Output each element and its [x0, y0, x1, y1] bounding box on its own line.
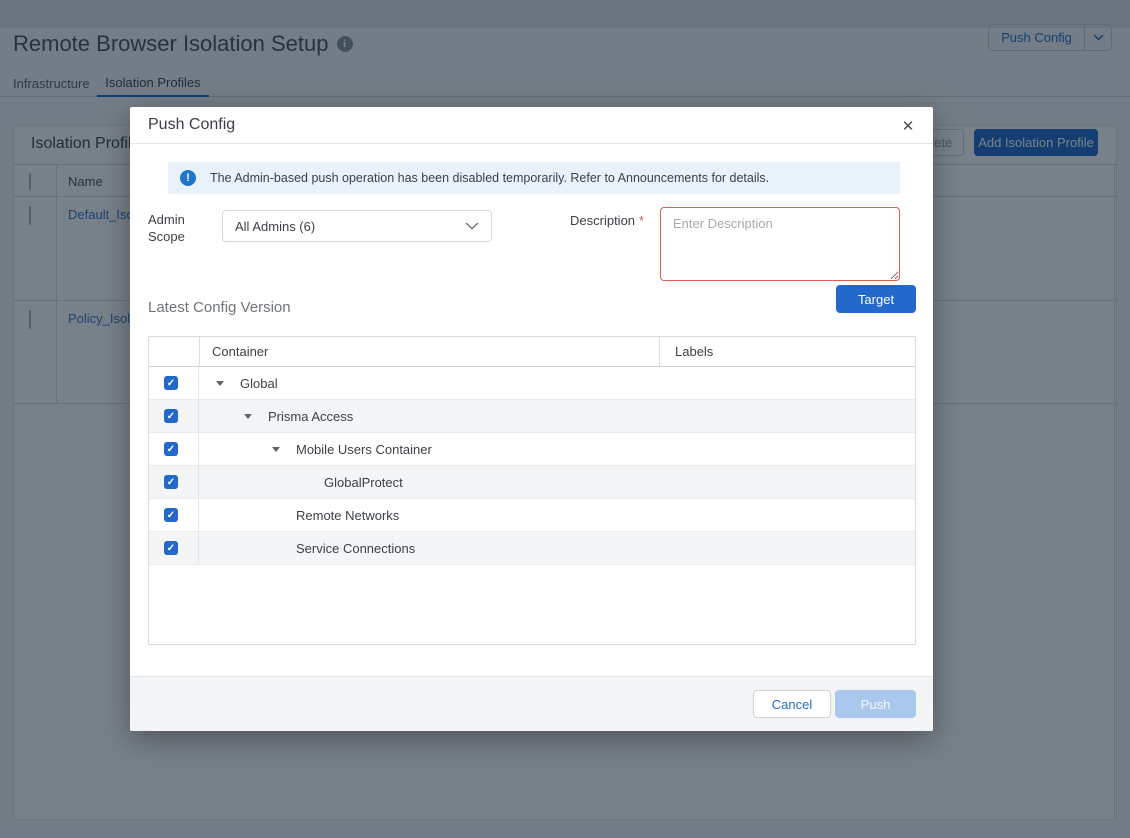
info-banner: ! The Admin-based push operation has bee…: [168, 162, 900, 194]
modal-footer: Cancel Push: [130, 676, 933, 731]
labels-cell: [659, 499, 915, 531]
labels-cell: [659, 400, 915, 432]
checkbox-checked-icon[interactable]: [164, 541, 178, 555]
chevron-down-icon: [465, 222, 479, 230]
tree-node-label: Service Connections: [296, 541, 415, 556]
banner-text: The Admin-based push operation has been …: [210, 171, 769, 185]
close-icon[interactable]: ✕: [898, 116, 918, 136]
caret-down-icon[interactable]: [244, 414, 252, 423]
config-tree-table: Container Labels Global Prisma Access: [148, 336, 916, 645]
alert-info-icon: !: [180, 170, 196, 186]
tree-row-service-connections: Service Connections: [149, 532, 915, 565]
header-checkbox-cell: [149, 337, 199, 366]
modal-title: Push Config: [148, 116, 235, 134]
checkbox-checked-icon[interactable]: [164, 376, 178, 390]
checkbox-checked-icon[interactable]: [164, 442, 178, 456]
modal-header: Push Config ✕: [130, 107, 933, 144]
labels-cell: [659, 433, 915, 465]
description-label-text: Description: [570, 213, 635, 228]
column-header-container: Container: [199, 337, 659, 366]
labels-cell: [659, 532, 915, 564]
push-config-modal: Push Config ✕ ! The Admin-based push ope…: [130, 107, 933, 731]
admin-scope-select[interactable]: All Admins (6): [222, 210, 492, 242]
caret-down-icon[interactable]: [272, 447, 280, 456]
labels-cell: [659, 466, 915, 498]
labels-cell: [659, 367, 915, 399]
description-textarea[interactable]: [660, 207, 900, 281]
checkbox-checked-icon[interactable]: [164, 409, 178, 423]
column-header-labels: Labels: [659, 337, 915, 366]
tree-row-mobile-users-container: Mobile Users Container: [149, 433, 915, 466]
admin-scope-label: Admin Scope: [148, 211, 200, 245]
checkbox-checked-icon[interactable]: [164, 508, 178, 522]
tree-node-label: Prisma Access: [268, 409, 353, 424]
required-asterisk: *: [639, 213, 644, 228]
tree-row-globalprotect: GlobalProtect: [149, 466, 915, 499]
target-button[interactable]: Target: [836, 285, 916, 313]
tree-node-label: GlobalProtect: [324, 475, 403, 490]
tree-row-remote-networks: Remote Networks: [149, 499, 915, 532]
caret-down-icon[interactable]: [216, 381, 224, 390]
push-button[interactable]: Push: [835, 690, 916, 718]
tree-table-header: Container Labels: [149, 337, 915, 367]
tree-row-prisma-access: Prisma Access: [149, 400, 915, 433]
cancel-button[interactable]: Cancel: [753, 690, 831, 718]
admin-scope-value: All Admins (6): [235, 219, 315, 234]
description-label: Description *: [570, 212, 644, 229]
checkbox-checked-icon[interactable]: [164, 475, 178, 489]
section-heading: Latest Config Version: [148, 299, 291, 316]
tree-node-label: Mobile Users Container: [296, 442, 432, 457]
tree-row-global: Global: [149, 367, 915, 400]
screen: Remote Browser Isolation Setup i Push Co…: [0, 0, 1130, 838]
tree-node-label: Remote Networks: [296, 508, 399, 523]
tree-node-label: Global: [240, 376, 278, 391]
